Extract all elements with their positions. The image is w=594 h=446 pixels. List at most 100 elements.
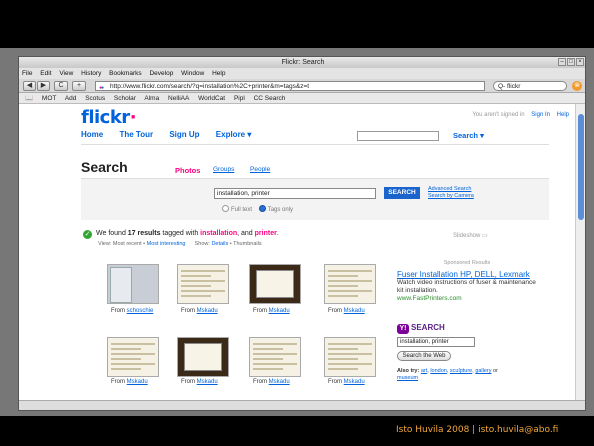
bookmark-pipl[interactable]: Pipl [234, 95, 245, 102]
menu-edit[interactable]: Edit [40, 70, 51, 77]
result-thumbnail[interactable] [324, 264, 376, 304]
found-prefix: We found [96, 230, 128, 237]
nav-tour[interactable]: The Tour [119, 130, 153, 139]
bookmark-scholar[interactable]: Scholar [114, 95, 136, 102]
menu-history[interactable]: History [81, 70, 101, 77]
sponsored-title-link[interactable]: Fuser Installation HP, DELL, Lexmark [397, 270, 537, 279]
result-owner-link[interactable]: Mskadu [197, 379, 218, 385]
search-button[interactable]: SEARCH [384, 187, 420, 199]
menu-bookmarks[interactable]: Bookmarks [109, 70, 142, 77]
show-thumbnails[interactable]: Thumbnails [233, 241, 261, 247]
minimize-icon[interactable]: – [558, 58, 566, 66]
bookmark-alma[interactable]: Alma [144, 95, 159, 102]
bookmark-add[interactable]: Add [65, 95, 77, 102]
sponsored-url[interactable]: www.FastPrinters.com [397, 295, 537, 303]
show-details[interactable]: Details [211, 241, 228, 247]
forward-button[interactable]: ▶ [37, 81, 50, 91]
page-title: Search [81, 159, 128, 175]
search-by-camera-link[interactable]: Search by Camera [428, 193, 474, 200]
result-owner-link[interactable]: Mskadu [344, 379, 365, 385]
also-try-art[interactable]: art [421, 368, 427, 374]
results-summary: ✓ We found 17 results tagged with install… [83, 230, 279, 239]
result-thumbnail[interactable] [249, 337, 301, 377]
result-thumbnail[interactable] [177, 264, 229, 304]
result-thumbnail[interactable] [324, 337, 376, 377]
maximize-icon[interactable]: □ [567, 58, 575, 66]
add-bookmark-button[interactable]: + [72, 81, 86, 91]
menu-view[interactable]: View [59, 70, 73, 77]
tab-groups[interactable]: Groups [213, 166, 234, 173]
signin-link[interactable]: Sign In [531, 112, 550, 118]
show-label: Show: [194, 241, 210, 247]
full-text-radio[interactable] [222, 205, 229, 212]
search-web-button[interactable]: Search the Web [397, 351, 451, 361]
bookmark-nelliaa[interactable]: NelliAA [168, 95, 189, 102]
from-label: From [181, 308, 195, 314]
scrollbar-thumb[interactable] [578, 114, 584, 220]
result-caption: From Mskadu [328, 308, 365, 314]
reload-button[interactable]: C [54, 81, 68, 91]
sponsored-heading: Sponsored Results [443, 260, 491, 266]
window-titlebar: Flickr: Search – □ × [19, 57, 585, 68]
advanced-search-link[interactable]: Advanced Search [428, 186, 474, 193]
from-label: From [328, 308, 342, 314]
navigation-toolbar: ◀ ▶ C + ●● http://www.flickr.com/search/… [19, 79, 585, 93]
flickr-logo[interactable]: flickr· [81, 107, 137, 128]
result-owner-link[interactable]: schoschie [127, 308, 154, 314]
tab-photos[interactable]: Photos [175, 166, 200, 175]
nav-home[interactable]: Home [81, 130, 103, 139]
result-caption: From Mskadu [111, 379, 148, 385]
menu-bar: File Edit View History Bookmarks Develop… [19, 68, 585, 79]
browser-search-input[interactable]: Q- flickr [493, 81, 567, 91]
result-owner-link[interactable]: Mskadu [344, 308, 365, 314]
nav-explore[interactable]: Explore ▾ [216, 130, 252, 139]
tags-only-radio[interactable] [258, 205, 266, 212]
bookmarks-book-icon[interactable]: 📖 [25, 95, 33, 102]
menu-develop[interactable]: Develop [149, 70, 173, 77]
help-link[interactable]: Help [557, 112, 569, 118]
result-thumbnail[interactable] [107, 264, 159, 304]
result-caption: From Mskadu [253, 379, 290, 385]
menu-help[interactable]: Help [212, 70, 225, 77]
result-owner-link[interactable]: Mskadu [269, 308, 290, 314]
sort-most-recent[interactable]: Most recent [113, 241, 142, 247]
yahoo-search-heading: Y! SEARCH [397, 323, 445, 334]
vertical-scrollbar[interactable] [575, 104, 585, 402]
bookmarks-bar: 📖 MOT Add Scotus Scholar Alma NelliAA Wo… [19, 93, 585, 104]
bookmark-scotus[interactable]: Scotus [85, 95, 105, 102]
result-owner-link[interactable]: Mskadu [269, 379, 290, 385]
back-button[interactable]: ◀ [23, 81, 36, 91]
slideshow-button[interactable]: Slideshow ▭ [453, 232, 488, 239]
also-try-london[interactable]: london [430, 368, 447, 374]
site-search-input[interactable] [357, 131, 439, 141]
search-query-input[interactable]: installation, printer [214, 188, 376, 199]
nav-signup[interactable]: Sign Up [169, 130, 199, 139]
result-thumbnail[interactable] [249, 264, 301, 304]
result-owner-link[interactable]: Mskadu [197, 308, 218, 314]
tag-printer[interactable]: printer [255, 230, 277, 237]
stop-icon[interactable]: ⊗ [572, 81, 582, 91]
site-search-button[interactable]: Search ▾ [453, 131, 484, 140]
result-thumbnail[interactable] [177, 337, 229, 377]
menu-window[interactable]: Window [181, 70, 204, 77]
address-bar[interactable]: ●● http://www.flickr.com/search/?q=insta… [95, 81, 485, 91]
bookmark-worldcat[interactable]: WorldCat [198, 95, 225, 102]
bookmark-mot[interactable]: MOT [42, 95, 56, 102]
site-nav: Home The Tour Sign Up Explore ▾ [81, 130, 265, 139]
menu-file[interactable]: File [22, 70, 32, 77]
tag-installation[interactable]: installation [200, 230, 237, 237]
view-label: View: [98, 241, 112, 247]
checkmark-icon: ✓ [83, 230, 92, 239]
also-try-sculpture[interactable]: sculpture [450, 368, 472, 374]
slideshow-icon: ▭ [482, 233, 488, 239]
bookmark-cc-search[interactable]: CC Search [254, 95, 286, 102]
also-try-gallery[interactable]: gallery [475, 368, 491, 374]
result-thumbnail[interactable] [107, 337, 159, 377]
result-owner-link[interactable]: Mskadu [127, 379, 148, 385]
result-caption: From schoschie [111, 308, 153, 314]
yahoo-search-input[interactable]: installation, printer [397, 337, 475, 347]
sort-most-interesting[interactable]: Most interesting [147, 241, 186, 247]
close-icon[interactable]: × [576, 58, 584, 66]
also-try-museum[interactable]: museum [397, 375, 418, 381]
tab-people[interactable]: People [250, 166, 270, 173]
